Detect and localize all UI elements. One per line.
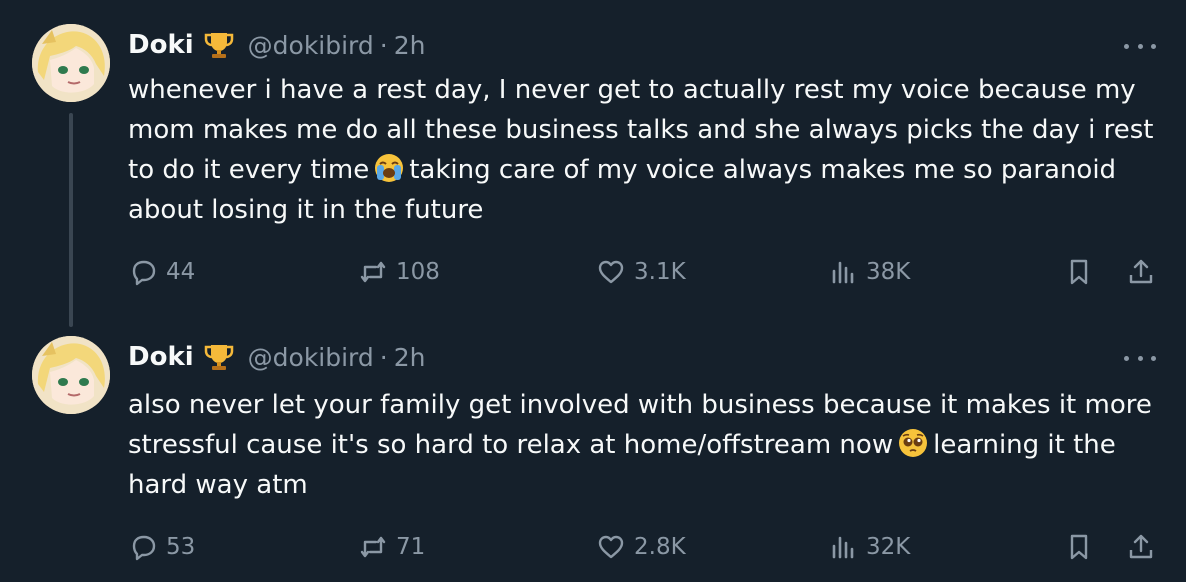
- like-button[interactable]: 2.8K: [596, 527, 686, 567]
- pleading-face-emoji-icon: [897, 427, 929, 459]
- thread-line: [69, 113, 73, 327]
- avatar[interactable]: [32, 336, 110, 414]
- retweet-count: 71: [396, 534, 426, 560]
- retweet-icon: [360, 536, 386, 558]
- reply-count: 53: [166, 534, 196, 560]
- reply-count: 44: [166, 259, 196, 285]
- avatar-image: [32, 24, 110, 102]
- view-count: 32K: [866, 534, 911, 560]
- heart-icon: [598, 260, 624, 284]
- author-handle[interactable]: @dokibird: [248, 31, 374, 60]
- reply-button[interactable]: 53: [128, 527, 195, 567]
- share-icon: [1129, 259, 1153, 284]
- author-handle[interactable]: @dokibird: [248, 343, 374, 372]
- tweet-1[interactable]: Doki @dokibird · 2h whenever i have a re…: [0, 0, 1186, 327]
- avatar-image: [32, 336, 110, 414]
- author-name[interactable]: Doki: [128, 30, 194, 60]
- reply-icon: [132, 260, 156, 286]
- author-name[interactable]: Doki: [128, 342, 194, 372]
- reply-icon: [132, 535, 156, 561]
- separator: ·: [379, 30, 388, 60]
- bookmark-button[interactable]: [1064, 527, 1094, 567]
- action-bar: 53 71 2.8K 32K: [128, 527, 1162, 567]
- bookmark-icon: [1070, 534, 1088, 560]
- bookmark-icon: [1070, 259, 1088, 285]
- view-count: 38K: [866, 259, 911, 285]
- retweet-button[interactable]: 108: [358, 252, 440, 292]
- action-bar: 44 108 3.1K 38K: [128, 252, 1162, 292]
- tweet-header: Doki @dokibird · 2h: [128, 30, 426, 60]
- like-button[interactable]: 3.1K: [596, 252, 686, 292]
- separator: ·: [379, 342, 388, 372]
- retweet-icon: [360, 261, 386, 283]
- retweet-button[interactable]: 71: [358, 527, 425, 567]
- heart-icon: [598, 535, 624, 559]
- tweet-text: also never let your family get involved …: [128, 385, 1158, 505]
- bar-chart-icon: [832, 536, 854, 559]
- trophy-icon: [202, 342, 236, 372]
- like-count: 3.1K: [634, 259, 686, 285]
- share-icon: [1129, 534, 1153, 559]
- trophy-icon: [202, 30, 236, 60]
- timestamp[interactable]: 2h: [394, 343, 426, 372]
- avatar[interactable]: [32, 24, 110, 102]
- share-button[interactable]: [1126, 252, 1156, 292]
- tweet-header: Doki @dokibird · 2h: [128, 342, 426, 372]
- more-options-icon[interactable]: [1124, 348, 1156, 368]
- timestamp[interactable]: 2h: [394, 31, 426, 60]
- more-options-icon[interactable]: [1124, 36, 1156, 56]
- share-button[interactable]: [1126, 527, 1156, 567]
- views-button[interactable]: 32K: [828, 527, 910, 567]
- reply-button[interactable]: 44: [128, 252, 195, 292]
- loudly-crying-face-emoji-icon: [373, 152, 405, 184]
- like-count: 2.8K: [634, 534, 686, 560]
- bar-chart-icon: [832, 261, 854, 284]
- tweet-2[interactable]: Doki @dokibird · 2h also never let your …: [0, 322, 1186, 582]
- tweet-text: whenever i have a rest day, I never get …: [128, 70, 1158, 230]
- retweet-count: 108: [396, 259, 440, 285]
- views-button[interactable]: 38K: [828, 252, 910, 292]
- bookmark-button[interactable]: [1064, 252, 1094, 292]
